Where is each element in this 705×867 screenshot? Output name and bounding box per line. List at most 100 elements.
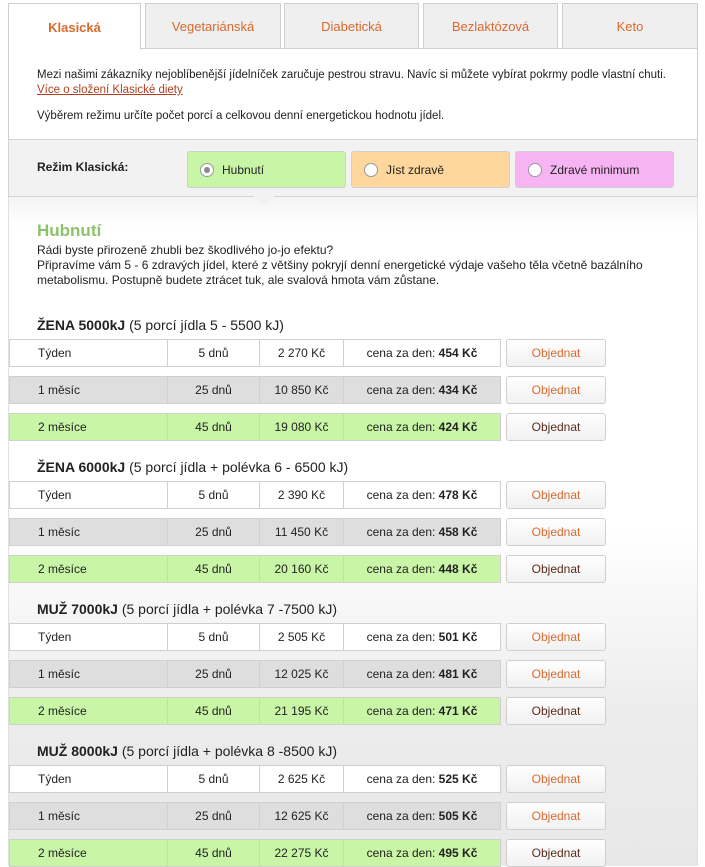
section-title: ŽENA 6000kJ (5 porcí jídla + polévka 6 -… [37, 459, 349, 475]
mode-label: Režim Klasická: [37, 160, 129, 174]
table-row: Týden 5 dnů 2 270 Kč cena za den: 454 Kč [9, 339, 501, 367]
mode-option-label: Hubnutí [222, 162, 265, 177]
intro-text-2: Výběrem režimu určíte počet porcí a celk… [37, 110, 445, 122]
row-price: 2 390 Kč [260, 482, 344, 508]
row-price: 11 450 Kč [260, 519, 344, 545]
row-daily-price: cena za den: 481 Kč [366, 667, 478, 681]
row-price: 22 275 Kč [260, 840, 344, 866]
row-period: 2 měsíce [10, 414, 168, 440]
order-button[interactable]: Objednat [506, 765, 606, 793]
tab-vegetarianska[interactable]: Vegetariánská [145, 3, 281, 49]
row-days: 5 dnů [168, 340, 260, 366]
row-daily-price: cena za den: 458 Kč [366, 525, 478, 539]
mode-option-label: Zdravé minimum [550, 162, 640, 177]
row-days: 45 dnů [168, 840, 260, 866]
mode-option-zdrave-minimum[interactable]: Zdravé minimum [515, 151, 674, 188]
pricing-content: Hubnutí Rádi byste přirozeně zhubli bez … [8, 197, 698, 867]
row-daily-price: cena za den: 501 Kč [366, 630, 478, 644]
table-row: 1 měsíc 25 dnů 11 450 Kč cena za den: 45… [9, 518, 501, 546]
row-price: 12 625 Kč [260, 803, 344, 829]
row-daily-price: cena za den: 495 Kč [366, 846, 478, 860]
radio-icon [528, 162, 542, 177]
row-days: 5 dnů [168, 624, 260, 650]
row-days: 45 dnů [168, 414, 260, 440]
diet-info-link[interactable]: Více o složení Klasické diety [37, 84, 183, 96]
order-button[interactable]: Objednat [506, 623, 606, 651]
row-period: 1 měsíc [10, 803, 168, 829]
row-price: 2 505 Kč [260, 624, 344, 650]
order-button[interactable]: Objednat [506, 697, 606, 725]
mode-description: Rádi byste přirozeně zhubli bez škodlivé… [37, 243, 643, 287]
row-daily-price: cena za den: 525 Kč [366, 772, 478, 786]
row-period: 2 měsíce [10, 840, 168, 866]
order-button[interactable]: Objednat [506, 481, 606, 509]
intro-text: Mezi našimi zákazníky nejoblíbenější jíd… [37, 69, 666, 96]
row-price: 10 850 Kč [260, 377, 344, 403]
row-daily-price: cena za den: 448 Kč [366, 562, 478, 576]
row-price: 21 195 Kč [260, 698, 344, 724]
row-days: 45 dnů [168, 556, 260, 582]
mode-option-jist-zdrave[interactable]: Jíst zdravě [351, 151, 510, 188]
row-price: 20 160 Kč [260, 556, 344, 582]
mode-selector: Režim Klasická: Hubnutí Jíst zdravě Zdra… [8, 139, 698, 197]
order-button[interactable]: Objednat [506, 376, 606, 404]
row-days: 25 dnů [168, 661, 260, 687]
order-button[interactable]: Objednat [506, 555, 606, 583]
row-period: Týden [10, 482, 168, 508]
tab-bezlaktozova[interactable]: Bezlaktózová [423, 3, 558, 49]
order-button[interactable]: Objednat [506, 802, 606, 830]
row-price: 2 270 Kč [260, 340, 344, 366]
order-button[interactable]: Objednat [506, 518, 606, 546]
row-daily-price: cena za den: 478 Kč [366, 488, 478, 502]
table-row: Týden 5 dnů 2 625 Kč cena za den: 525 Kč [9, 765, 501, 793]
row-days: 45 dnů [168, 698, 260, 724]
section-title: MUŽ 7000kJ (5 porcí jídla + polévka 7 -7… [37, 601, 337, 617]
tab-klasicka[interactable]: Klasická [8, 3, 141, 50]
row-days: 5 dnů [168, 482, 260, 508]
row-daily-price: cena za den: 424 Kč [366, 420, 478, 434]
order-button[interactable]: Objednat [506, 413, 606, 441]
diet-intro: Mezi našimi zákazníky nejoblíbenější jíd… [8, 49, 698, 139]
tab-keto[interactable]: Keto [562, 3, 698, 49]
tab-diabeticka[interactable]: Diabetická [284, 3, 419, 49]
section-title: MUŽ 8000kJ (5 porcí jídla + polévka 8 -8… [37, 743, 337, 759]
table-row: 2 měsíce 45 dnů 20 160 Kč cena za den: 4… [9, 555, 501, 583]
row-daily-price: cena za den: 505 Kč [366, 809, 478, 823]
table-row: 1 měsíc 25 dnů 12 625 Kč cena za den: 50… [9, 802, 501, 830]
table-row: 1 měsíc 25 dnů 12 025 Kč cena za den: 48… [9, 660, 501, 688]
row-days: 25 dnů [168, 803, 260, 829]
row-daily-price: cena za den: 454 Kč [366, 346, 478, 360]
order-button[interactable]: Objednat [506, 660, 606, 688]
radio-checked-icon [200, 162, 214, 177]
order-button[interactable]: Objednat [506, 839, 606, 867]
table-row: Týden 5 dnů 2 390 Kč cena za den: 478 Kč [9, 481, 501, 509]
row-days: 25 dnů [168, 377, 260, 403]
row-period: 1 měsíc [10, 519, 168, 545]
row-price: 19 080 Kč [260, 414, 344, 440]
mode-option-hubnuti[interactable]: Hubnutí [187, 151, 346, 188]
row-price: 2 625 Kč [260, 766, 344, 792]
table-row: 1 měsíc 25 dnů 10 850 Kč cena za den: 43… [9, 376, 501, 404]
mode-option-label: Jíst zdravě [386, 162, 445, 177]
row-period: 1 měsíc [10, 661, 168, 687]
mode-pointer-arrow [253, 196, 275, 205]
diet-tabs: Klasická Vegetariánská Diabetická Bezlak… [8, 0, 698, 50]
row-period: 1 měsíc [10, 377, 168, 403]
table-row: 2 měsíce 45 dnů 22 275 Kč cena za den: 4… [9, 839, 501, 867]
section-title: ŽENA 5000kJ (5 porcí jídla 5 - 5500 kJ) [37, 317, 284, 333]
row-period: Týden [10, 340, 168, 366]
mode-title: Hubnutí [37, 221, 102, 240]
table-row: 2 měsíce 45 dnů 19 080 Kč cena za den: 4… [9, 413, 501, 441]
row-days: 5 dnů [168, 766, 260, 792]
radio-icon [364, 162, 378, 177]
row-period: Týden [10, 624, 168, 650]
table-row: 2 měsíce 45 dnů 21 195 Kč cena za den: 4… [9, 697, 501, 725]
row-daily-price: cena za den: 434 Kč [366, 383, 478, 397]
row-period: 2 měsíce [10, 698, 168, 724]
row-period: 2 měsíce [10, 556, 168, 582]
row-period: Týden [10, 766, 168, 792]
row-daily-price: cena za den: 471 Kč [366, 704, 478, 718]
row-price: 12 025 Kč [260, 661, 344, 687]
row-days: 25 dnů [168, 519, 260, 545]
order-button[interactable]: Objednat [506, 339, 606, 367]
